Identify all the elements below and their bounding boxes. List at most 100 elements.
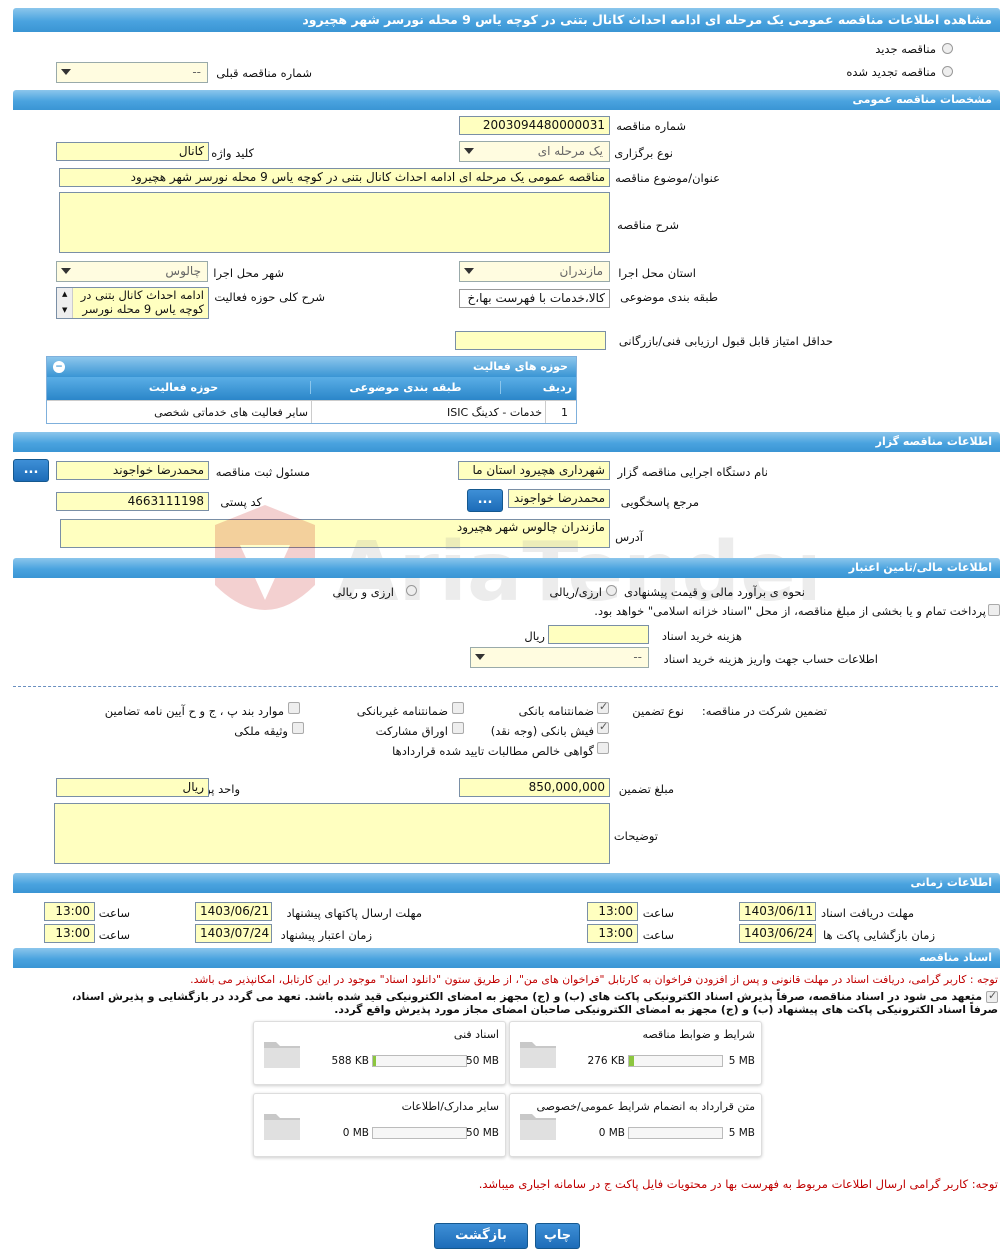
- table-row[interactable]: 1 خدمات - کدینگ ISIC سایر فعالیت های خدم…: [47, 400, 576, 423]
- account-select[interactable]: --: [470, 647, 649, 668]
- org-field[interactable]: شهرداری هچیرود استان ما: [458, 461, 610, 480]
- new-tender-radio[interactable]: [942, 43, 953, 54]
- estimate-option2-label: ارزی و ریالی: [332, 585, 394, 599]
- currency-field[interactable]: ریال: [56, 778, 209, 797]
- guarantee-amount-field[interactable]: 850,000,000: [459, 778, 610, 797]
- address-field[interactable]: مازندران چالوس شهر هچیرود: [60, 519, 610, 548]
- validity-time[interactable]: 13:00: [44, 924, 95, 943]
- chevron-down-icon: [61, 268, 71, 274]
- number-label: شماره مناقصه: [616, 119, 686, 133]
- doc-cost-unit: ریال: [524, 629, 545, 643]
- row-activity: سایر فعالیت های خدماتی شخصی: [154, 406, 308, 419]
- folder-icon: [264, 1042, 300, 1068]
- guarantee-bank-checkbox[interactable]: [597, 700, 609, 714]
- divider: [545, 401, 546, 423]
- registrar-field[interactable]: محمدرضا خواجوند: [56, 461, 209, 480]
- guarantee-claims-label: گواهی خالص مطالبات تایید شده قراردادها: [392, 744, 594, 758]
- send-deadline-time[interactable]: 13:00: [44, 902, 95, 921]
- guarantee-bank-label: ضمانتنامه بانکی: [518, 704, 594, 718]
- hold-type-label: نوع برگزاری: [614, 146, 673, 160]
- treasury-checkbox[interactable]: [988, 604, 1000, 616]
- file-card-contract[interactable]: متن قرارداد به انضمام شرایط عمومی/خصوصی …: [509, 1093, 762, 1157]
- guarantee-label: تضمین شرکت در مناقصه:: [701, 704, 827, 718]
- doc-cost-label: هزینه خرید اسناد: [661, 629, 742, 643]
- guarantee-clause-checkbox[interactable]: [288, 702, 300, 714]
- opening-time[interactable]: 13:00: [587, 924, 638, 943]
- price-list-note: توجه: کاربر گرامی ارسال اطلاعات مربوط به…: [478, 1177, 998, 1191]
- new-tender-label: مناقصه جدید: [875, 42, 936, 56]
- activity-desc-field[interactable]: ادامه احداث کانال بتنی در کوچه یاس 9 محل…: [56, 287, 209, 319]
- file-max-size: 50 MB: [466, 1055, 499, 1067]
- activity-table-panel: حوزه های فعالیت − ردیف طبقه بندی موضوعی …: [46, 356, 577, 424]
- receive-deadline-time[interactable]: 13:00: [587, 902, 638, 921]
- receive-time-label: ساعت: [642, 906, 674, 920]
- divider: [13, 686, 998, 687]
- doc-cost-field[interactable]: [548, 625, 649, 644]
- section-general: مشخصات مناقصه عمومی: [13, 90, 1000, 110]
- guarantee-cash-checkbox[interactable]: [597, 720, 609, 734]
- section-documents: اسناد مناقصه: [13, 948, 1000, 968]
- activity-desc-scrollbar[interactable]: ▲ ▼: [57, 288, 73, 318]
- subject-field[interactable]: مناقصه عمومی یک مرحله ای ادامه احداث کان…: [59, 168, 610, 187]
- collapse-icon[interactable]: −: [53, 361, 65, 373]
- account-label: اطلاعات حساب جهت واریز هزینه خرید اسناد: [663, 652, 878, 666]
- section-timing: اطلاعات زمانی: [13, 873, 1000, 893]
- description-field[interactable]: [59, 192, 610, 253]
- documents-note: توجه : کاربر گرامی، دریافت اسناد در مهلت…: [190, 973, 998, 986]
- guarantee-property-checkbox[interactable]: [292, 722, 304, 734]
- guarantee-nonbank-checkbox[interactable]: [452, 702, 464, 714]
- file-max-size: 5 MB: [728, 1055, 755, 1067]
- postal-code-field[interactable]: 4663111198: [56, 492, 209, 511]
- file-name: متن قرارداد به انضمام شرایط عمومی/خصوصی: [536, 1100, 755, 1113]
- guarantee-claims-checkbox[interactable]: [597, 742, 609, 754]
- registrar-label: مسئول ثبت مناقصه: [215, 465, 310, 479]
- renewed-tender-radio[interactable]: [942, 66, 953, 77]
- file-progress-bar: [628, 1055, 723, 1067]
- ref-more-button[interactable]: ...: [467, 489, 503, 512]
- header-row-col: ردیف: [542, 381, 572, 394]
- guarantee-clause-label: موارد بند پ ، ج و ح آیین نامه تضامین: [104, 704, 284, 718]
- notes-label: توضیحات: [613, 829, 658, 843]
- page-title: مشاهده اطلاعات مناقصه عمومی یک مرحله ای …: [13, 8, 1000, 32]
- file-progress-fill: [373, 1056, 376, 1066]
- hold-type-select[interactable]: یک مرحله ای: [459, 141, 610, 162]
- validity-date[interactable]: 1403/07/24: [195, 924, 272, 943]
- guarantee-bonds-checkbox[interactable]: [452, 722, 464, 734]
- file-used-size: 0 MB: [342, 1127, 369, 1139]
- amount-label: مبلغ تضمین: [618, 782, 674, 796]
- file-max-size: 5 MB: [728, 1127, 755, 1139]
- opening-date[interactable]: 1403/06/24: [739, 924, 816, 943]
- commitment-checkbox[interactable]: [986, 989, 998, 1003]
- notes-field[interactable]: [54, 803, 610, 864]
- province-select[interactable]: مازندران: [459, 261, 610, 282]
- back-button[interactable]: بازگشت: [434, 1223, 528, 1249]
- file-card-terms[interactable]: شرایط و ضوابط مناقصه 5 MB 276 KB: [509, 1021, 762, 1085]
- subject-label: عنوان/موضوع مناقصه: [615, 171, 720, 185]
- registrar-more-button[interactable]: ...: [13, 459, 49, 482]
- section-organizer: اطلاعات مناقصه گزار: [13, 432, 1000, 452]
- keyword-field[interactable]: کانال: [56, 142, 209, 161]
- row-category: خدمات - کدینگ ISIC: [446, 406, 542, 419]
- ref-label: مرجع پاسخگویی: [620, 495, 699, 509]
- send-deadline-date[interactable]: 1403/06/21: [195, 902, 272, 921]
- row-index: 1: [561, 406, 568, 419]
- estimate-option1-label: ارزی/ریالی: [549, 585, 602, 599]
- category-field[interactable]: کالا،خدمات با فهرست بها،خ: [459, 289, 610, 308]
- file-card-other[interactable]: سایر مدارک/اطلاعات 50 MB 0 MB: [253, 1093, 506, 1157]
- estimate-option1-radio[interactable]: [606, 585, 617, 596]
- file-max-size: 50 MB: [466, 1127, 499, 1139]
- receive-deadline-date[interactable]: 1403/06/11: [739, 902, 816, 921]
- file-card-technical[interactable]: اسناد فنی 50 MB 588 KB: [253, 1021, 506, 1085]
- city-select[interactable]: چالوس: [56, 261, 208, 282]
- activity-desc-label: شرح کلی حوزه فعالیت: [214, 290, 325, 304]
- estimate-option2-radio[interactable]: [406, 585, 417, 596]
- validity-label: زمان اعتبار پیشنهاد: [280, 928, 372, 942]
- section-finance: اطلاعات مالی/تامین اعتبار: [13, 558, 1000, 578]
- ref-field[interactable]: محمدرضا خواجوند: [508, 489, 610, 508]
- folder-icon: [520, 1114, 556, 1140]
- tender-number-field[interactable]: 2003094480000031: [459, 116, 610, 135]
- validity-time-label: ساعت: [98, 928, 130, 942]
- prev-number-select[interactable]: --: [56, 62, 208, 83]
- min-score-field[interactable]: [455, 331, 606, 350]
- print-button[interactable]: چاپ: [535, 1223, 580, 1249]
